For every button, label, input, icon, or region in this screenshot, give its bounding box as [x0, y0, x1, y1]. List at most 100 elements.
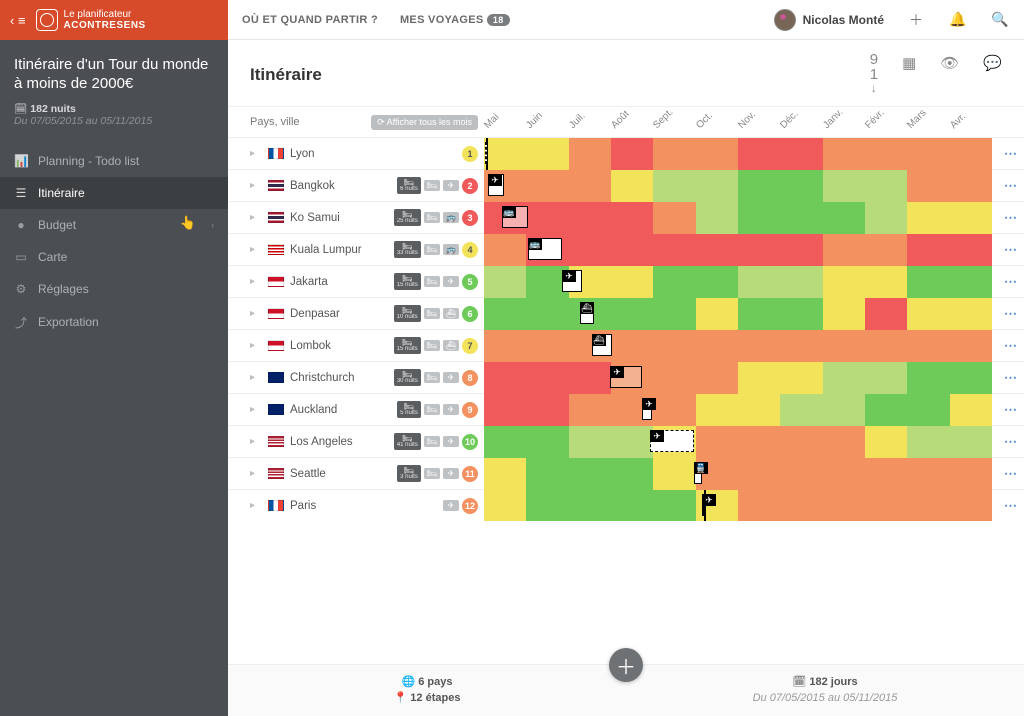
stay-segment[interactable]: ⛴	[580, 302, 594, 324]
row-toggle-icon[interactable]: ▸	[250, 340, 262, 351]
city-name[interactable]: Paris	[290, 500, 437, 512]
boat-chip[interactable]: ⛴	[443, 308, 459, 320]
row-toggle-icon[interactable]: ▸	[250, 468, 262, 479]
nav-where-when[interactable]: OÙ ET QUAND PARTIR ?	[242, 14, 378, 26]
user-menu[interactable]: Nicolas Monté	[774, 9, 884, 31]
row-menu-button[interactable]: ⋯	[998, 146, 1024, 162]
bed-chip[interactable]: 🛏	[424, 436, 440, 448]
city-name[interactable]: Bangkok	[290, 180, 391, 192]
row-toggle-icon[interactable]: ▸	[250, 212, 262, 223]
bed-chip[interactable]: 🛏	[424, 404, 440, 416]
row-toggle-icon[interactable]: ▸	[250, 436, 262, 447]
sidebar-item-planning-todo-list[interactable]: 📊Planning - Todo list	[0, 145, 228, 177]
row-menu-button[interactable]: ⋯	[998, 274, 1024, 290]
sidebar-item-itin-raire[interactable]: ☰Itinéraire	[0, 177, 228, 209]
bus-chip[interactable]: 🚌	[443, 244, 459, 256]
timeline-track[interactable]: 🚌	[484, 234, 998, 266]
timeline-track[interactable]: ✈	[484, 362, 998, 394]
sidebar-item-r-glages[interactable]: ⚙Réglages	[0, 273, 228, 305]
plane-chip[interactable]: ✈	[443, 500, 459, 512]
city-name[interactable]: Los Angeles	[290, 436, 388, 448]
stay-segment[interactable]: ✈	[642, 398, 652, 420]
row-menu-button[interactable]: ⋯	[998, 210, 1024, 226]
bed-chip[interactable]: 🛏	[424, 308, 440, 320]
plane-chip[interactable]: ✈	[443, 372, 459, 384]
timeline-track[interactable]: ✈	[484, 394, 998, 426]
city-name[interactable]: Denpasar	[290, 308, 388, 320]
stay-segment[interactable]: 🚌	[528, 238, 562, 260]
stay-segment[interactable]: ✈	[702, 494, 704, 516]
stay-segment[interactable]: 🚌	[502, 206, 528, 228]
sidebar-item-budget[interactable]: ●Budget›👆	[0, 209, 228, 241]
row-menu-button[interactable]: ⋯	[998, 466, 1024, 482]
add-icon[interactable]: ＋	[906, 10, 926, 30]
row-toggle-icon[interactable]: ▸	[250, 308, 262, 319]
bell-icon[interactable]: 🔔	[948, 11, 968, 28]
visibility-icon[interactable]: 👁	[940, 54, 959, 96]
row-menu-button[interactable]: ⋯	[998, 242, 1024, 258]
stay-segment[interactable]: ✈	[610, 366, 642, 388]
boat-chip[interactable]: ⛴	[443, 340, 459, 352]
add-step-button[interactable]: ＋	[609, 648, 643, 682]
bed-chip[interactable]: 🛏	[424, 276, 440, 288]
timeline-track[interactable]: 🚆	[484, 458, 998, 490]
stay-segment[interactable]	[485, 142, 487, 164]
row-menu-button[interactable]: ⋯	[998, 402, 1024, 418]
stay-segment[interactable]: ✈	[650, 430, 694, 452]
row-toggle-icon[interactable]: ▸	[250, 404, 262, 415]
bed-chip[interactable]: 🛏	[424, 212, 440, 224]
bed-chip[interactable]: 🛏	[424, 340, 440, 352]
city-name[interactable]: Ko Samui	[290, 212, 388, 224]
sidebar-item-exportation[interactable]: ⤴Exportation	[0, 305, 228, 340]
timeline-track[interactable]: ✈	[484, 266, 998, 298]
plane-chip[interactable]: ✈	[443, 180, 459, 192]
row-toggle-icon[interactable]: ▸	[250, 148, 262, 159]
comment-icon[interactable]: 💬	[983, 54, 1002, 96]
row-menu-button[interactable]: ⋯	[998, 178, 1024, 194]
plane-chip[interactable]: ✈	[443, 436, 459, 448]
timeline-track[interactable]: ⛴	[484, 298, 998, 330]
plane-chip[interactable]: ✈	[443, 404, 459, 416]
timeline-track[interactable]: ⛴	[484, 330, 998, 362]
row-toggle-icon[interactable]: ▸	[250, 244, 262, 255]
nav-my-trips[interactable]: MES VOYAGES 18	[400, 14, 510, 26]
bed-chip[interactable]: 🛏	[424, 372, 440, 384]
city-name[interactable]: Lombok	[290, 340, 388, 352]
bed-chip[interactable]: 🛏	[424, 180, 440, 192]
city-name[interactable]: Kuala Lumpur	[290, 244, 388, 256]
city-name[interactable]: Lyon	[290, 148, 456, 160]
stay-segment[interactable]: ⛴	[592, 334, 612, 356]
bus-chip[interactable]: 🚌	[443, 212, 459, 224]
search-icon[interactable]: 🔍	[990, 11, 1010, 28]
stay-segment[interactable]: ✈	[562, 270, 582, 292]
plane-chip[interactable]: ✈	[443, 468, 459, 480]
bed-chip[interactable]: 🛏	[424, 244, 440, 256]
calendar-view-icon[interactable]: ▦	[902, 54, 916, 96]
row-menu-button[interactable]: ⋯	[998, 370, 1024, 386]
row-toggle-icon[interactable]: ▸	[250, 372, 262, 383]
sort-icon[interactable]: 91	[870, 52, 878, 94]
city-name[interactable]: Jakarta	[290, 276, 388, 288]
row-menu-button[interactable]: ⋯	[998, 498, 1024, 514]
row-toggle-icon[interactable]: ▸	[250, 180, 262, 191]
row-menu-button[interactable]: ⋯	[998, 306, 1024, 322]
row-toggle-icon[interactable]: ▸	[250, 276, 262, 287]
city-name[interactable]: Christchurch	[290, 372, 388, 384]
timeline-track[interactable]: ✈	[484, 170, 998, 202]
city-name[interactable]: Auckland	[290, 404, 391, 416]
bed-chip[interactable]: 🛏	[424, 468, 440, 480]
sidebar-item-carte[interactable]: ▭Carte	[0, 241, 228, 273]
brand-logo[interactable]: Le planificateur ACONTRESENS	[36, 9, 146, 31]
stay-segment[interactable]: ✈	[488, 174, 504, 196]
city-name[interactable]: Seattle	[290, 468, 391, 480]
row-menu-button[interactable]: ⋯	[998, 338, 1024, 354]
stay-segment[interactable]: 🚆	[694, 462, 702, 484]
timeline-track[interactable]: ✈	[484, 426, 998, 458]
timeline-track[interactable]: ✈	[484, 490, 998, 522]
row-toggle-icon[interactable]: ▸	[250, 500, 262, 511]
timeline-track[interactable]	[484, 138, 998, 170]
row-menu-button[interactable]: ⋯	[998, 434, 1024, 450]
toggle-all-months-button[interactable]: ⟳ Afficher tous les mois	[371, 115, 478, 130]
plane-chip[interactable]: ✈	[443, 276, 459, 288]
timeline-track[interactable]: 🚌	[484, 202, 998, 234]
